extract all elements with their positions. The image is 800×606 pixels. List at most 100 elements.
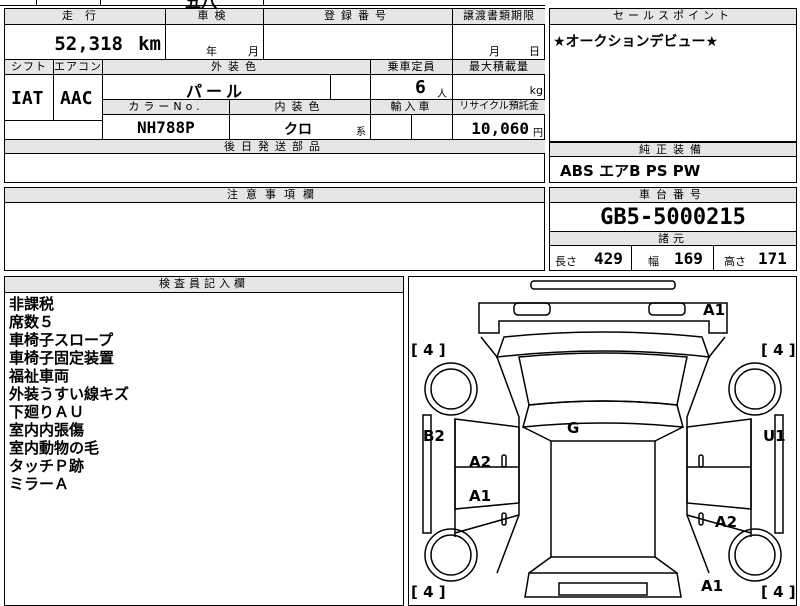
damage-mark-windshield: G: [567, 419, 580, 437]
transfer-label: 譲渡書類期限: [453, 9, 545, 25]
max-load-cell: kg: [453, 75, 545, 100]
tire-tread-front-left: [ 4 ]: [411, 341, 446, 359]
recycle-label: リサイクル預託金: [453, 100, 545, 115]
specs-label: 諸元: [658, 232, 688, 245]
note-line: 福祉車両: [9, 367, 70, 385]
chassis-value: GB5-5000215: [600, 205, 746, 230]
sales-point-label: セールスポイント: [550, 9, 796, 25]
shift-filler: [5, 121, 103, 140]
height-label: 高さ: [724, 255, 746, 268]
equipment-box: 純正装備 ABS エアB PS PW: [549, 142, 797, 183]
transfer-cell: 月 日: [453, 25, 545, 60]
mileage-label: 走行: [5, 9, 166, 25]
height-value: 171: [758, 249, 787, 268]
specs-header: 諸元: [550, 231, 796, 246]
width-value: 169: [674, 249, 703, 268]
equipment-label: 純正装備: [550, 143, 796, 157]
sales-point-box: セールスポイント ★オークションデビュー★: [549, 8, 797, 142]
import-cell-b: [412, 115, 453, 140]
inspection-month: 月: [248, 45, 259, 58]
later-parts-area: [4, 153, 545, 183]
color-no-value: NH788P: [137, 118, 195, 137]
damage-mark-rear: A1: [701, 577, 724, 595]
shift-cell: IAT: [5, 75, 54, 121]
note-line: 下廻りＡＵ: [9, 403, 85, 421]
shift-label: シフト: [5, 60, 54, 75]
note-line: ミラーＡ: [9, 475, 70, 493]
note-line: 車椅子固定装置: [9, 349, 115, 367]
interior-color-cell: クロ 系: [230, 115, 371, 140]
aircon-value: AAC: [60, 88, 93, 109]
import-cell-a: [371, 115, 412, 140]
top-strip: 五八: [0, 0, 545, 11]
note-line: 室内内張傷: [9, 421, 85, 439]
exterior-color-sub: [331, 75, 371, 100]
mileage-cell: 52,318 km: [5, 25, 166, 60]
transfer-day: 日: [529, 45, 540, 58]
length-cell: 長さ 429: [550, 246, 632, 270]
recycle-unit: 円: [533, 128, 543, 139]
transfer-month: 月: [489, 45, 500, 58]
exterior-color-label: 外装色: [103, 60, 371, 75]
length-value: 429: [594, 249, 623, 268]
capacity-value: 6: [415, 77, 426, 98]
shift-value: IAT: [11, 88, 44, 109]
specs-row: 長さ 429 幅 169 高さ 171: [550, 246, 796, 270]
inspection-year: 年: [206, 45, 217, 58]
length-label: 長さ: [555, 255, 577, 268]
capacity-unit: 人: [437, 89, 447, 100]
interior-color-value: クロ: [284, 122, 312, 138]
inspector-notes: 非課税 席数５ 車椅子スロープ 車椅子固定装置 福祉車両 外装うすい線キズ 下廻…: [9, 295, 129, 493]
note-line: 室内動物の毛: [9, 439, 100, 457]
damage-mark-left-rear-door: A1: [469, 487, 492, 505]
tire-tread-rear-right: [ 4 ]: [761, 583, 796, 601]
interior-color-suffix: 系: [356, 127, 366, 138]
load-unit: kg: [529, 84, 543, 97]
max-load-label: 最大積載量: [453, 60, 545, 75]
interior-color-label: 内装色: [230, 100, 371, 115]
later-parts-label: 後日発送部品: [5, 140, 545, 154]
note-line: 外装うすい線キズ: [9, 385, 130, 403]
caution-box: 注意事項欄: [4, 187, 545, 271]
equipment-value: ABS エアB PS PW: [560, 162, 701, 180]
damage-mark-front-bumper: A1: [703, 301, 726, 319]
mileage-value: 52,318: [54, 33, 123, 55]
inspection-label: 車検: [166, 9, 264, 25]
registration-cell: [264, 25, 453, 60]
damage-mark-left-mirror: B2: [423, 427, 445, 445]
exterior-color-value: パール: [186, 82, 247, 101]
caution-label: 注意事項欄: [5, 188, 544, 203]
note-line: 車椅子スロープ: [9, 331, 114, 349]
color-no-label: カラーNo.: [103, 100, 230, 115]
recycle-value: 10,060: [471, 119, 529, 138]
aircon-cell: AAC: [54, 75, 103, 121]
aircon-label: エアコン: [54, 60, 103, 75]
damage-mark-right-mirror: U1: [763, 427, 786, 445]
height-cell: 高さ 171: [714, 246, 796, 270]
width-label: 幅: [648, 255, 659, 268]
chassis-box: 車台番号 GB5-5000215 諸元 長さ 429 幅 169 高さ 171: [549, 187, 797, 271]
car-diagram: [422, 280, 784, 598]
exterior-color-cell: パール: [103, 75, 331, 101]
capacity-cell: 6 人: [371, 75, 453, 100]
capacity-label: 乗車定員: [371, 60, 453, 75]
chassis-label: 車台番号: [550, 188, 796, 203]
vehicle-info-table: 走行 車検 登録番号 譲渡書類期限 52,318 km 年 月 月 日 シフト …: [4, 8, 545, 154]
registration-label: 登録番号: [264, 9, 453, 25]
tire-tread-front-right: [ 4 ]: [761, 341, 796, 359]
recycle-cell: 10,060 円: [453, 115, 545, 140]
width-cell: 幅 169: [632, 246, 714, 270]
sales-point-text: ★オークションデビュー★: [553, 34, 719, 50]
inspector-box: 検査員記入欄 非課税 席数５ 車椅子スロープ 車椅子固定装置 福祉車両 外装うす…: [4, 276, 404, 606]
color-no-cell: NH788P: [103, 115, 230, 140]
inspection-cell: 年 月: [166, 25, 264, 60]
tire-tread-rear-left: [ 4 ]: [411, 583, 446, 601]
note-line: タッチＰ跡: [9, 457, 85, 475]
damage-mark-right-rear-door: A2: [715, 513, 738, 531]
mileage-unit: km: [138, 33, 161, 55]
inspector-label: 検査員記入欄: [5, 277, 403, 293]
car-diagram-box: A1 [ 4 ] [ 4 ] B2 U1 G A2 A1 A2 [ 4 ] A1…: [408, 276, 797, 606]
damage-mark-left-front-door: A2: [469, 453, 492, 471]
note-line: 席数５: [9, 313, 55, 331]
import-label: 輸入車: [371, 100, 453, 115]
